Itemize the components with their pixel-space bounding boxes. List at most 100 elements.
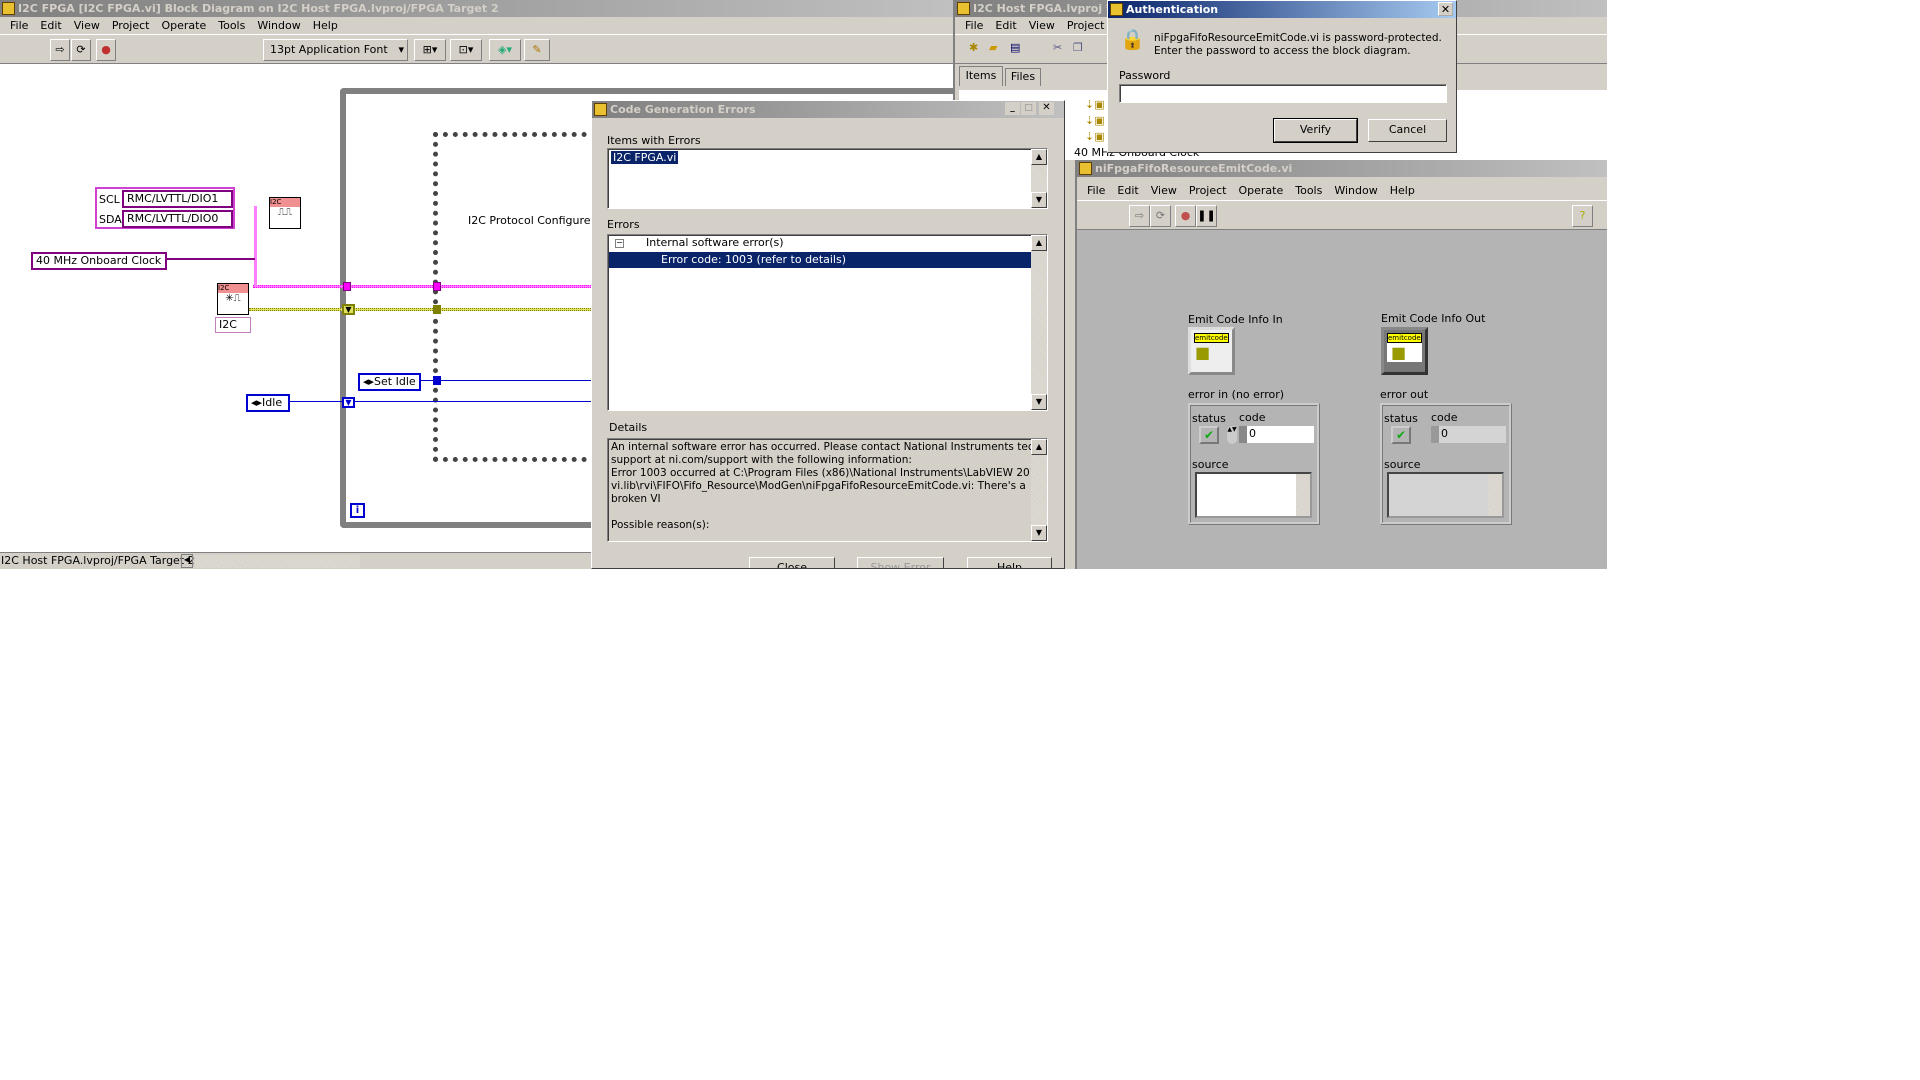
clock-wire[interactable] (167, 258, 255, 260)
run-continuously-icon[interactable]: ⟳ (71, 39, 91, 61)
collapse-icon[interactable]: − (615, 239, 624, 248)
menu-view[interactable]: View (1145, 182, 1183, 199)
emit-out-label: Emit Code Info Out (1381, 312, 1486, 325)
password-input[interactable] (1119, 84, 1447, 103)
items-list[interactable]: I2C FPGA.vi ▲ ▼ (607, 148, 1048, 209)
copy-icon[interactable]: ❐ (1073, 41, 1083, 54)
cleanup-icon[interactable]: ✎ (524, 39, 550, 61)
clock-constant[interactable]: 40 MHz Onboard Clock (31, 252, 167, 270)
scroll-left-icon[interactable]: ◀ (181, 554, 193, 568)
distribute-icon[interactable]: ⊡▾ (450, 39, 482, 61)
minimize-button[interactable]: _ (1005, 102, 1020, 115)
shift-register-icon: ▼ (342, 397, 355, 408)
menu-edit[interactable]: Edit (989, 17, 1022, 34)
io-item-icon: ⇣▣ (1085, 130, 1105, 143)
error-group[interactable]: Internal software error(s) (646, 236, 784, 249)
menu-file[interactable]: File (959, 17, 989, 34)
list-item[interactable]: I2C FPGA.vi (611, 151, 679, 164)
error-item-selected[interactable]: Error code: 1003 (refer to details) (609, 252, 1032, 268)
menu-tools[interactable]: Tools (1289, 182, 1328, 199)
scrollbar[interactable]: ▲ ▼ (1031, 235, 1047, 410)
sda-io-ring[interactable]: RMC/LVTTL/DIO0 (122, 210, 233, 228)
cut-icon[interactable]: ✂ (1053, 41, 1062, 54)
toolbar: ⇨ ⟳ ● 13pt Application Font ▾ ⊞▾ ⊡▾ ◈▾ ✎ (0, 34, 953, 64)
menu-file[interactable]: File (4, 17, 34, 34)
run-broken-icon[interactable]: ⇨ (1129, 205, 1150, 227)
i2c-ring[interactable]: I2C (215, 317, 251, 333)
help-button[interactable]: Help (967, 557, 1052, 568)
scrollbar[interactable] (1296, 474, 1310, 516)
cancel-button[interactable]: Cancel (1368, 119, 1447, 142)
menu-file[interactable]: File (1081, 182, 1111, 199)
i2c-node[interactable]: I2C ⎍⎍ (269, 197, 301, 229)
increment-stepper[interactable]: ▲▼ (1227, 426, 1237, 444)
abort-icon[interactable]: ● (1175, 205, 1196, 227)
i2c-init-node[interactable]: I2C ✳⎍ (217, 283, 249, 315)
tab-items[interactable]: Items (959, 66, 1003, 86)
title-bar: Authentication ✕ (1108, 1, 1456, 18)
toolbar: ⇨ ⟳ ● ❚❚ ? (1077, 200, 1607, 230)
menu-help[interactable]: Help (307, 17, 344, 34)
verify-button[interactable]: Verify (1273, 118, 1358, 143)
font-select[interactable]: 13pt Application Font ▾ (263, 39, 408, 61)
error-out-cluster: status code ✔ 0 source (1380, 403, 1512, 525)
tunnel (433, 305, 441, 314)
menu-operate[interactable]: Operate (155, 17, 212, 34)
horizontal-scrollbar[interactable] (195, 555, 360, 568)
io-cluster-constant[interactable]: SCL RMC/LVTTL/DIO1 SDA RMC/LVTTL/DIO0 (95, 187, 235, 229)
frame-label: I2C Protocol Configure 0 (468, 214, 602, 227)
menu-project[interactable]: Project (1183, 182, 1233, 199)
menu-help[interactable]: Help (1384, 182, 1421, 199)
title-bar: niFpgaFifoResourceEmitCode.vi (1077, 160, 1607, 177)
labview-icon (1110, 3, 1123, 16)
menu-tools[interactable]: Tools (212, 17, 251, 34)
pink-wire-vertical[interactable] (254, 206, 257, 286)
error-out-label: error out (1380, 388, 1429, 401)
abort-icon[interactable]: ● (96, 39, 116, 61)
menu-view[interactable]: View (1023, 17, 1061, 34)
scrollbar[interactable] (1488, 474, 1502, 516)
scl-io-ring[interactable]: RMC/LVTTL/DIO1 (122, 190, 233, 208)
run-arrow-icon[interactable]: ⇨ (50, 39, 70, 61)
idle-enum[interactable]: ◂▸Idle (246, 394, 290, 412)
close-icon[interactable]: ✕ (1438, 2, 1453, 16)
menu-view[interactable]: View (68, 17, 106, 34)
show-error-button[interactable]: Show Error (857, 557, 944, 568)
emit-code-in-control[interactable]: emitcode ■ (1188, 327, 1235, 375)
align-icon[interactable]: ⊞▾ (414, 39, 446, 61)
close-button[interactable]: Close (749, 557, 835, 568)
details-text[interactable]: An internal software error has occurred.… (607, 438, 1048, 542)
run-continuously-icon[interactable]: ⟳ (1150, 205, 1171, 227)
tunnel (433, 282, 441, 291)
errors-tree[interactable]: − Internal software error(s) Error code:… (607, 234, 1048, 411)
new-icon[interactable]: ✱ (969, 41, 978, 54)
cube-icon: ■ (1387, 343, 1422, 362)
scrollbar[interactable]: ▲ ▼ (1031, 439, 1047, 541)
help-icon[interactable]: ? (1572, 205, 1593, 227)
scrollbar[interactable]: ▲ ▼ (1031, 149, 1047, 208)
menu-window[interactable]: Window (1328, 182, 1383, 199)
status-check-icon[interactable]: ✔ (1199, 426, 1219, 444)
menu-window[interactable]: Window (251, 17, 306, 34)
scl-label: SCL (99, 193, 120, 206)
menu-bar: File Edit View Project Operate Tools Window Hel… (1077, 182, 1607, 199)
maximize-button[interactable]: □ (1021, 102, 1036, 115)
menu-operate[interactable]: Operate (1232, 182, 1289, 199)
waveform-icon: ✳⎍ (225, 293, 241, 304)
set-idle-enum[interactable]: ◂▸Set Idle (358, 373, 421, 391)
menu-edit[interactable]: Edit (34, 17, 67, 34)
code-input[interactable]: 0 (1239, 426, 1314, 443)
sda-label: SDA (99, 213, 122, 226)
menu-project[interactable]: Project (106, 17, 156, 34)
menu-edit[interactable]: Edit (1111, 182, 1144, 199)
open-icon[interactable]: ▰ (989, 41, 997, 54)
menu-project[interactable]: Project (1061, 17, 1111, 34)
front-panel[interactable]: Emit Code Info In emitcode ■ Emit Code In… (1077, 230, 1607, 569)
pause-icon[interactable]: ❚❚ (1196, 205, 1217, 227)
waveform-icon: ⎍⎍ (278, 207, 292, 218)
reorder-icon[interactable]: ◈▾ (489, 39, 521, 61)
close-icon[interactable]: ✕ (1039, 102, 1054, 115)
tab-files[interactable]: Files (1005, 68, 1041, 86)
save-all-icon[interactable]: ▤ (1010, 41, 1020, 54)
source-input[interactable] (1195, 472, 1312, 518)
